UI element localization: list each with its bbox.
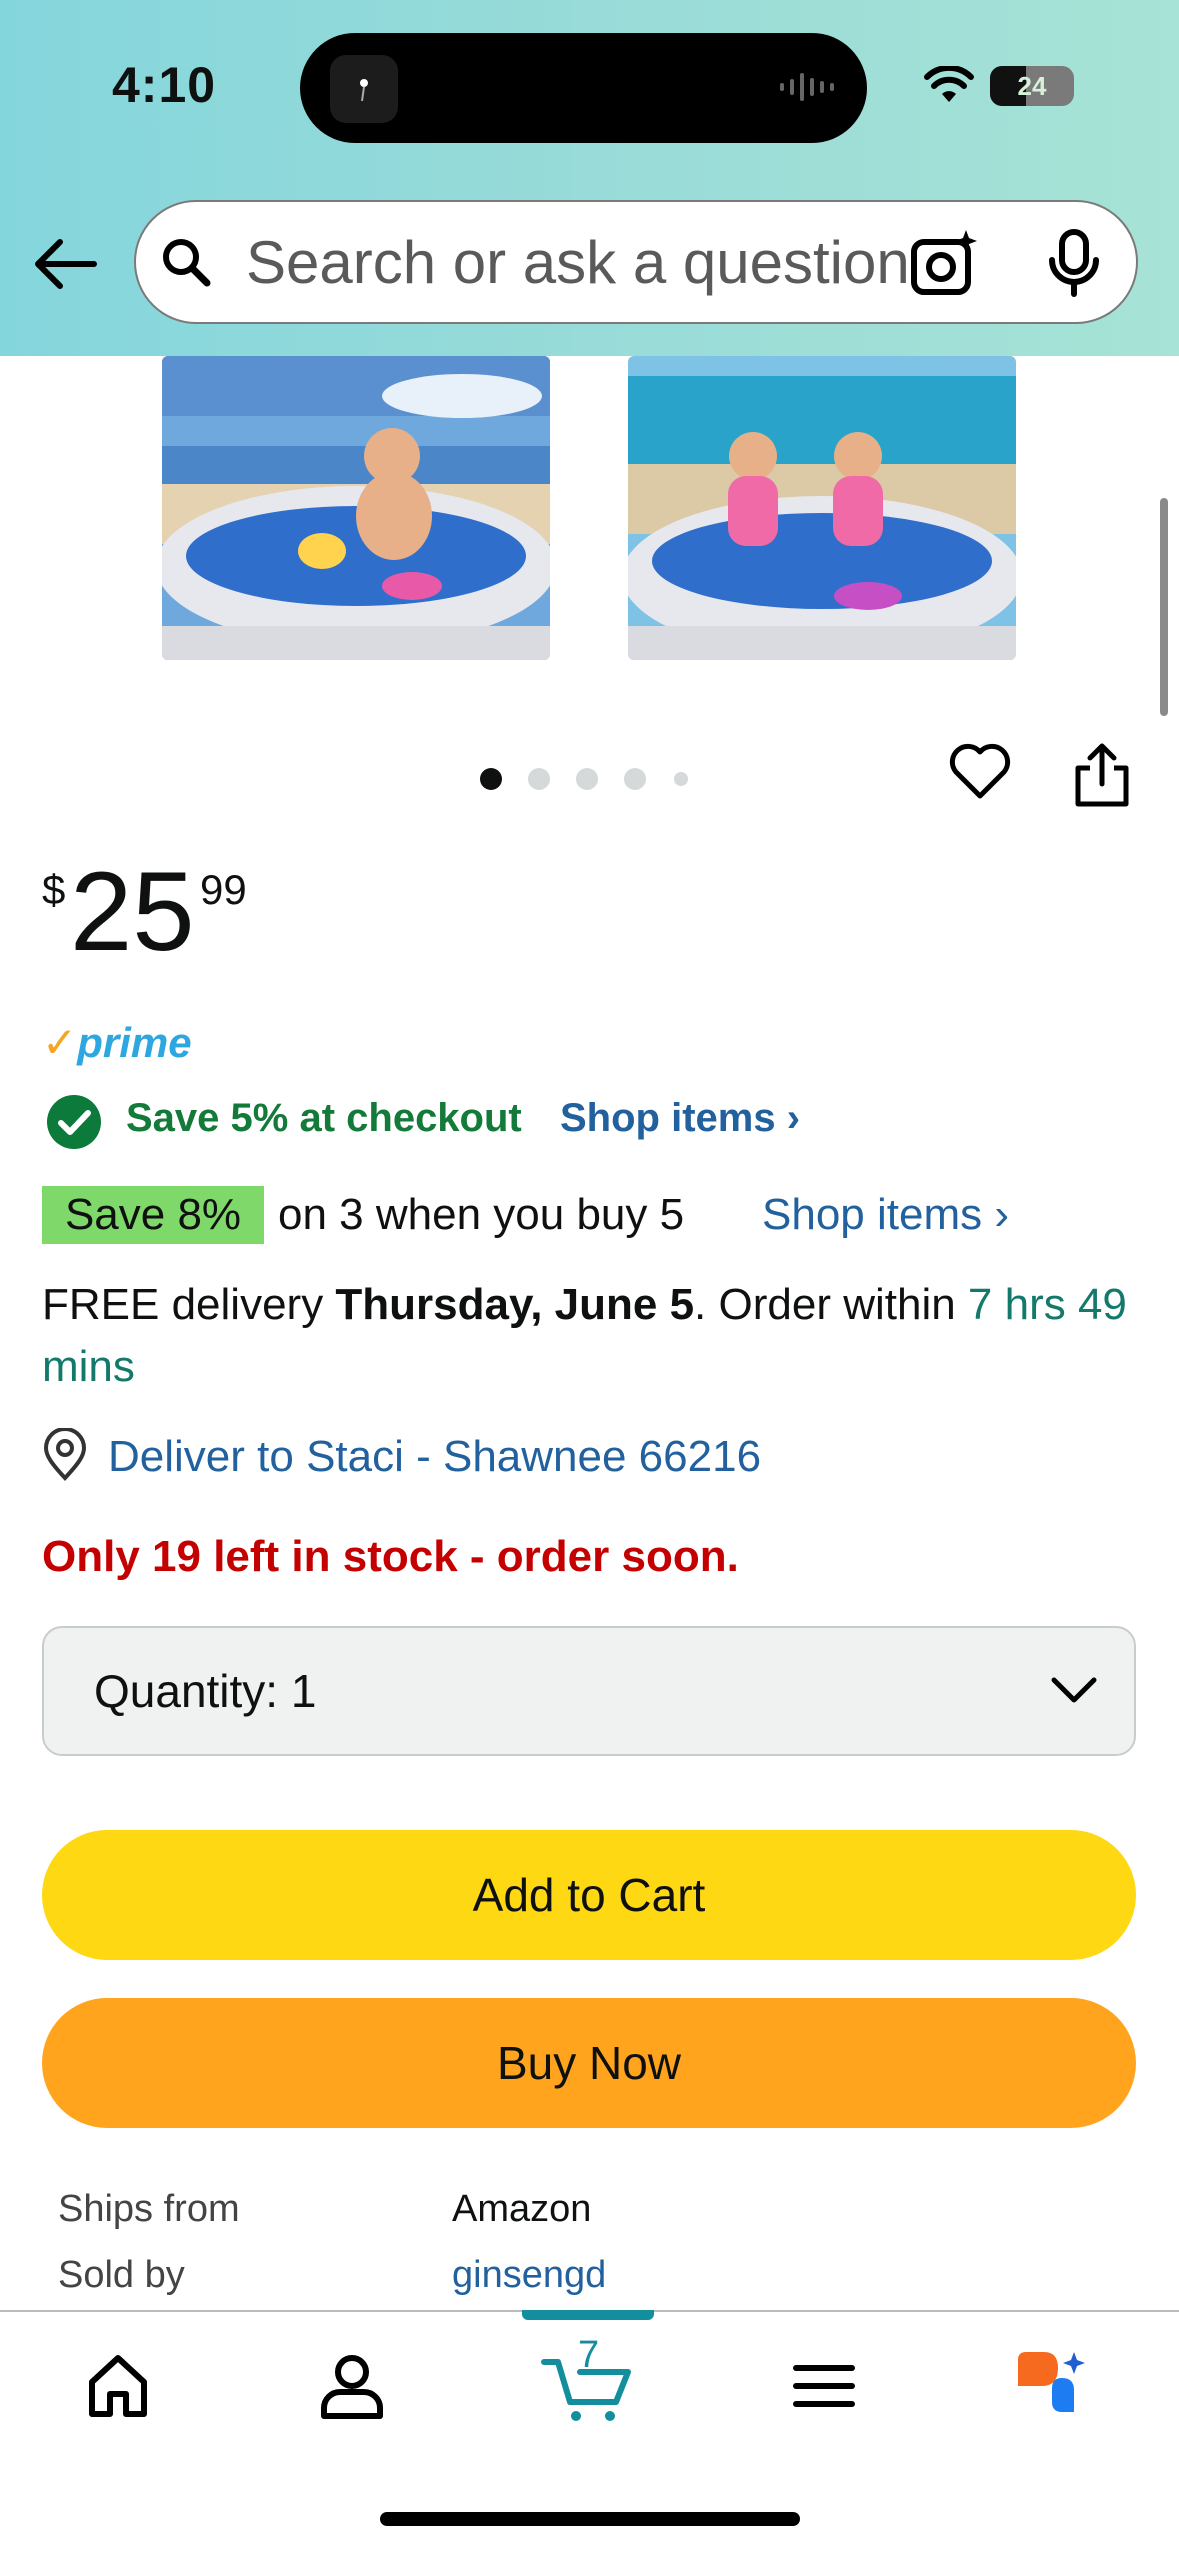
prime-check-icon: ✓ (42, 1019, 78, 1066)
menu-icon[interactable] (784, 2346, 864, 2426)
delivery-middle: . Order within (694, 1280, 968, 1329)
pager-dot[interactable] (624, 768, 646, 790)
home-indicator (380, 2512, 800, 2526)
add-to-cart-button[interactable]: Add to Cart (42, 1830, 1136, 1960)
wifi-icon (924, 66, 974, 102)
delivery-info: FREE delivery Thursday, June 5. Order wi… (42, 1274, 1142, 1398)
stock-warning: Only 19 left in stock - order soon. (42, 1532, 739, 1581)
buy-now-button[interactable]: Buy Now (42, 1998, 1136, 2128)
bulk-offer-text: on 3 when you buy 5 (278, 1190, 685, 1239)
active-tab-indicator (522, 2310, 654, 2320)
camera-search-icon[interactable] (910, 228, 980, 298)
home-icon[interactable] (78, 2346, 158, 2426)
check-circle-icon (47, 1095, 101, 1149)
prime-badge: ✓prime (42, 1018, 192, 1067)
chevron-down-icon (1051, 1677, 1097, 1703)
prime-label: prime (77, 1019, 192, 1066)
pager-dot-active[interactable] (480, 768, 502, 790)
search-input[interactable]: Search or ask a question (246, 228, 926, 298)
delivery-date: Thursday, June 5 (335, 1280, 695, 1329)
shop-items-link-2[interactable]: Shop items › (762, 1190, 1009, 1240)
quantity-value: 1 (290, 1665, 317, 1717)
search-icon (163, 239, 211, 287)
audio-wave-icon (780, 73, 834, 101)
microphone-icon[interactable] (1044, 228, 1104, 298)
pager-dot[interactable] (528, 768, 550, 790)
share-icon[interactable] (1070, 740, 1134, 810)
pager-dot[interactable] (674, 772, 688, 786)
delivery-prefix: FREE delivery (42, 1280, 336, 1329)
account-icon[interactable] (312, 2346, 392, 2426)
scrollbar[interactable] (1160, 498, 1168, 716)
price-whole: 25 (70, 849, 195, 974)
product-image-1[interactable] (162, 356, 550, 660)
ships-from-label: Ships from (58, 2188, 240, 2230)
heart-icon[interactable] (948, 742, 1012, 802)
back-arrow-icon[interactable] (30, 234, 100, 294)
cart-count-badge: 7 (578, 2334, 600, 2376)
quantity-caption: Quantity: (94, 1665, 279, 1717)
image-pager (480, 762, 700, 792)
deliver-to-link[interactable]: Deliver to Staci - Shawnee 66216 (108, 1432, 761, 1482)
camera-thumbnail-icon (330, 55, 398, 123)
price-currency: $ (42, 866, 66, 913)
price-fraction: 99 (200, 866, 247, 913)
ships-from-value: Amazon (452, 2188, 592, 2230)
coupon-text: Save 5% at checkout (126, 1096, 522, 1140)
quantity-label: Quantity: 1 (94, 1664, 316, 1718)
shop-items-link-1[interactable]: Shop items › (560, 1096, 800, 1141)
rufus-assistant-icon[interactable] (1012, 2346, 1092, 2426)
discount-badge: Save 8% (42, 1186, 264, 1244)
status-time: 4:10 (112, 57, 217, 113)
battery-level: 24 (1017, 71, 1047, 101)
location-pin-icon (43, 1428, 87, 1481)
product-image-2[interactable] (628, 356, 1016, 660)
sold-by-label: Sold by (58, 2254, 185, 2296)
sold-by-link[interactable]: ginsengd (452, 2254, 606, 2297)
battery-indicator: 24 (990, 66, 1074, 106)
pager-dot[interactable] (576, 768, 598, 790)
